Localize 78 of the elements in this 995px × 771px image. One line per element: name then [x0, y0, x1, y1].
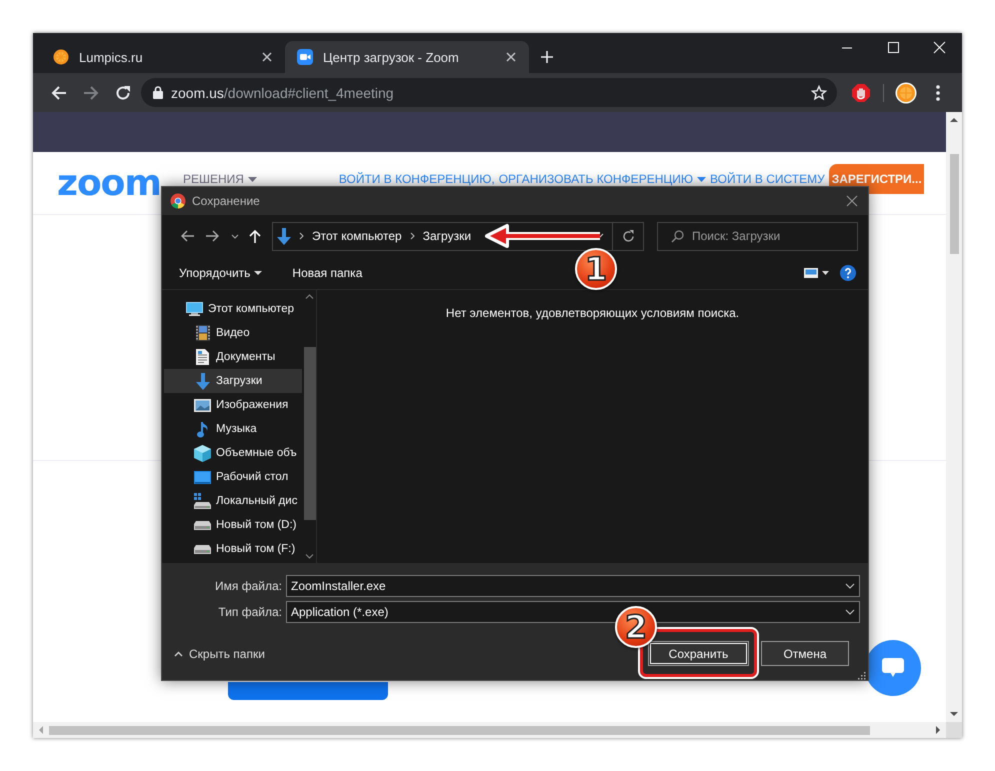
input-field[interactable]: ZoomInstaller.exe [286, 575, 860, 597]
stop-hand-icon[interactable] [852, 84, 870, 102]
chevron-right-icon[interactable] [299, 232, 304, 240]
nav-link[interactable]: РЕШЕНИЯ [182, 172, 244, 186]
landscape-icon [194, 398, 211, 412]
chevron-right-icon[interactable] [410, 232, 415, 240]
back-arrow-icon[interactable] [180, 230, 194, 242]
toolbar-button[interactable]: Новая папка [292, 266, 362, 280]
dialog-button[interactable]: Отмена [761, 641, 849, 666]
drive-icon [194, 544, 211, 554]
browser-tab[interactable]: Центр загрузок - Zoom [285, 41, 529, 73]
close-icon[interactable] [846, 195, 858, 207]
drive-icon [194, 493, 211, 509]
scroll-up-icon[interactable] [304, 294, 314, 299]
lock-icon [153, 86, 163, 99]
address-bar[interactable]: zoom.us/download#client_4meeting [141, 78, 837, 107]
scrollbar-thumb[interactable] [49, 726, 870, 734]
folder-item[interactable]: Новый том (F:) [164, 537, 302, 561]
drive-icon [194, 520, 211, 530]
search-field[interactable]: Поиск: Загрузки [657, 222, 858, 250]
avatar-icon[interactable] [895, 82, 917, 104]
folder-item[interactable]: Видео [164, 321, 302, 345]
empty-message: Нет элементов, удовлетворяющих условиям поиска. [446, 306, 740, 322]
toolbar-button[interactable]: Упорядочить [179, 266, 262, 280]
menu-icon[interactable] [936, 84, 940, 100]
vertical-scrollbar[interactable] [946, 112, 962, 722]
search-icon [671, 230, 684, 242]
folder-item[interactable]: Новый том (D:) [164, 513, 302, 537]
help-icon[interactable] [840, 265, 856, 281]
down-arrow-icon [196, 372, 210, 390]
monitor-icon [186, 302, 203, 316]
caret-icon [254, 271, 262, 275]
forward-arrow-icon[interactable] [206, 230, 220, 242]
view-icon[interactable] [804, 268, 830, 278]
scroll-down-icon[interactable] [304, 554, 314, 559]
hide-folders-toggle[interactable]: Скрыть папки [174, 646, 265, 660]
folder-item[interactable]: Музыка [164, 417, 302, 441]
field-label: Тип файла: [217, 605, 283, 619]
down-arrow-icon [277, 228, 291, 244]
up-arrow-icon[interactable] [249, 229, 261, 243]
video-camera-icon [297, 49, 313, 65]
folder-item[interactable]: Рабочий стол [164, 465, 302, 489]
scrollbar-thumb[interactable] [304, 347, 316, 520]
chrome-icon [170, 193, 186, 209]
refresh-icon[interactable] [622, 230, 634, 242]
scrollbar-corner [946, 722, 962, 738]
cube-icon [194, 444, 211, 462]
document-icon [196, 349, 209, 365]
breadcrumb[interactable]: Загрузки [422, 229, 472, 243]
folder-item[interactable]: Объемные объ [164, 441, 302, 465]
chevron-down-icon[interactable] [231, 234, 239, 238]
chat-bubble-icon [882, 658, 904, 678]
folder-item[interactable]: Документы [164, 345, 302, 369]
resize-grip-icon[interactable] [858, 672, 866, 680]
url-text: zoom.us/download#client_4meeting [171, 84, 395, 100]
film-icon [196, 325, 210, 341]
star-icon[interactable] [811, 84, 827, 100]
citrus-slice-icon [53, 49, 69, 65]
chevron-down-icon[interactable] [845, 583, 855, 589]
desktop-icon [194, 470, 211, 484]
horizontal-scrollbar[interactable] [33, 722, 946, 738]
folder-item[interactable]: Локальный дис [164, 489, 302, 513]
chevron-down-icon[interactable] [845, 609, 855, 615]
scrollbar-thumb[interactable] [950, 154, 958, 254]
folder-item[interactable]: Этот компьютер [164, 297, 302, 321]
dialog-button[interactable]: Сохранить [648, 641, 749, 666]
caret-icon [248, 176, 257, 182]
dialog-title: Сохранение [192, 194, 261, 208]
new-tab-icon[interactable] [539, 49, 555, 65]
folder-item[interactable]: Загрузки [164, 369, 302, 393]
breadcrumb[interactable]: Этот компьютер [312, 229, 402, 243]
reload-icon[interactable] [115, 84, 131, 100]
caret-icon [697, 176, 706, 182]
browser-tab[interactable]: Lumpics.ru [41, 41, 285, 73]
chevron-up-icon [174, 650, 183, 656]
music-note-icon [196, 420, 208, 438]
folder-item[interactable]: Изображения [164, 393, 302, 417]
field-label: Имя файла: [214, 579, 283, 593]
